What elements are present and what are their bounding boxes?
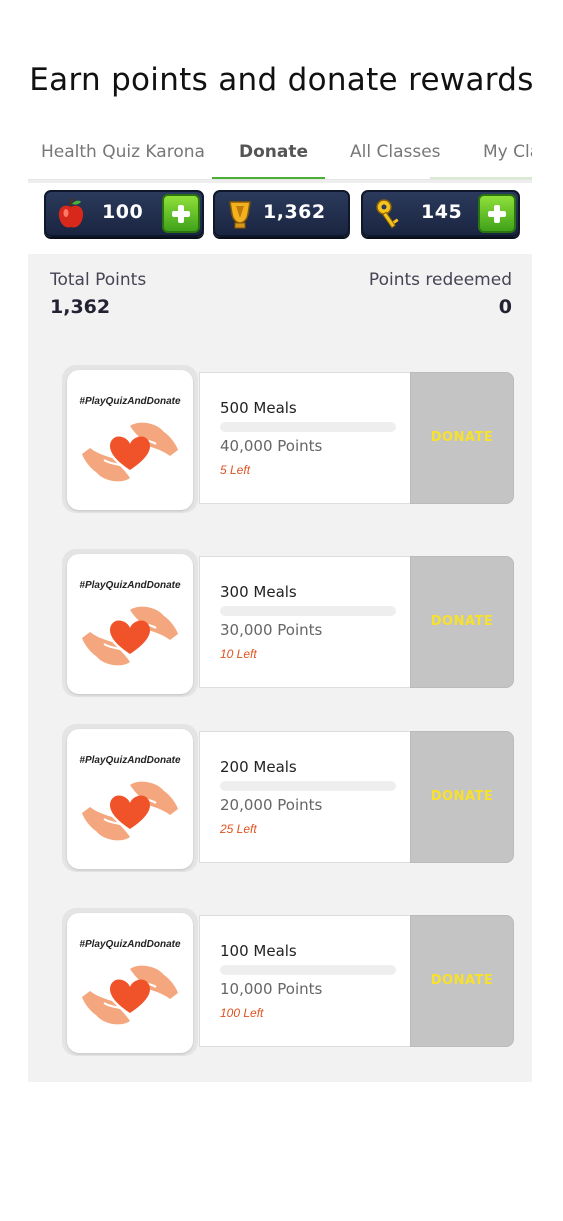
- heart-hands-icon: [82, 606, 178, 666]
- reward-remaining: 25 Left: [220, 822, 257, 836]
- reward-points-cost: 40,000 Points: [220, 437, 323, 455]
- reward-points-cost: 10,000 Points: [220, 980, 323, 998]
- heart-hands-icon: [82, 965, 178, 1025]
- reward-card: #PlayQuizAndDonate 300 Meals 30,000 Poin…: [62, 549, 514, 699]
- total-points-value: 1,362: [50, 296, 111, 318]
- reward-image: #PlayQuizAndDonate: [67, 554, 193, 694]
- reward-card: #PlayQuizAndDonate 100 Meals 10,000 Poin…: [62, 908, 514, 1058]
- key-icon: [376, 199, 399, 229]
- reward-card: #PlayQuizAndDonate 200 Meals 20,000 Poin…: [62, 724, 514, 874]
- currency-apples: 100: [44, 190, 204, 237]
- page-headline: Earn points and donate rewards: [29, 62, 534, 98]
- reward-image: #PlayQuizAndDonate: [67, 913, 193, 1053]
- add-keys-button[interactable]: [478, 194, 516, 233]
- currency-points: 1,362: [213, 190, 350, 237]
- donate-panel: Total Points 1,362 Points redeemed 0 #Pl…: [28, 254, 532, 1082]
- tab-donate[interactable]: Donate: [239, 124, 308, 179]
- points-redeemed-value: 0: [498, 296, 512, 318]
- apple-icon: [58, 198, 84, 228]
- donate-button[interactable]: DONATE: [410, 915, 514, 1047]
- keys-count: 145: [421, 201, 463, 223]
- currency-keys: 145: [361, 190, 520, 237]
- total-points-label: Total Points: [50, 270, 147, 290]
- reward-image-frame: #PlayQuizAndDonate: [62, 549, 198, 697]
- reward-remaining: 10 Left: [220, 647, 257, 661]
- reward-progress-bar: [220, 965, 396, 975]
- reward-image-frame: #PlayQuizAndDonate: [62, 724, 198, 872]
- reward-remaining: 100 Left: [220, 1006, 264, 1020]
- reward-hashtag: #PlayQuizAndDonate: [79, 755, 181, 766]
- reward-image: #PlayQuizAndDonate: [67, 729, 193, 869]
- donate-button[interactable]: DONATE: [410, 372, 514, 504]
- reward-info: 500 Meals 40,000 Points 5 Left: [199, 372, 410, 504]
- app-screen: Health Quiz Karona Donate All Classes My…: [28, 124, 532, 1082]
- reward-info: 100 Meals 10,000 Points 100 Left: [199, 915, 410, 1047]
- tab-bar: Health Quiz Karona Donate All Classes My…: [28, 124, 532, 180]
- donate-button[interactable]: DONATE: [410, 556, 514, 688]
- reward-info: 300 Meals 30,000 Points 10 Left: [199, 556, 410, 688]
- reward-hashtag: #PlayQuizAndDonate: [79, 939, 181, 950]
- reward-remaining: 5 Left: [220, 463, 251, 477]
- reward-card: #PlayQuizAndDonate 500 Meals 40,000 Poin…: [62, 365, 514, 515]
- reward-hashtag: #PlayQuizAndDonate: [79, 580, 181, 591]
- tab-health-quiz-karona[interactable]: Health Quiz Karona: [41, 124, 205, 179]
- heart-hands-icon: [82, 422, 178, 482]
- reward-meals: 200 Meals: [220, 758, 297, 776]
- reward-points-cost: 30,000 Points: [220, 621, 323, 639]
- points-count: 1,362: [263, 201, 326, 223]
- trophy-icon: [229, 201, 251, 229]
- reward-progress-bar: [220, 606, 396, 616]
- donate-button[interactable]: DONATE: [410, 731, 514, 863]
- reward-image-frame: #PlayQuizAndDonate: [62, 365, 198, 513]
- points-redeemed-label: Points redeemed: [368, 270, 512, 290]
- currency-bar: 100 1,362 145: [28, 180, 532, 242]
- tab-divider: [430, 177, 532, 179]
- reward-image: #PlayQuizAndDonate: [67, 370, 193, 510]
- reward-info: 200 Meals 20,000 Points 25 Left: [199, 731, 410, 863]
- reward-hashtag: #PlayQuizAndDonate: [79, 396, 181, 407]
- reward-progress-bar: [220, 781, 396, 791]
- add-apples-button[interactable]: [162, 194, 200, 233]
- heart-hands-icon: [82, 781, 178, 841]
- reward-progress-bar: [220, 422, 396, 432]
- reward-points-cost: 20,000 Points: [220, 796, 323, 814]
- reward-image-frame: #PlayQuizAndDonate: [62, 908, 198, 1056]
- tab-my-classes[interactable]: My Cla: [483, 124, 532, 179]
- reward-meals: 100 Meals: [220, 942, 297, 960]
- reward-meals: 300 Meals: [220, 583, 297, 601]
- reward-meals: 500 Meals: [220, 399, 297, 417]
- apples-count: 100: [102, 201, 144, 223]
- tab-all-classes[interactable]: All Classes: [350, 124, 441, 179]
